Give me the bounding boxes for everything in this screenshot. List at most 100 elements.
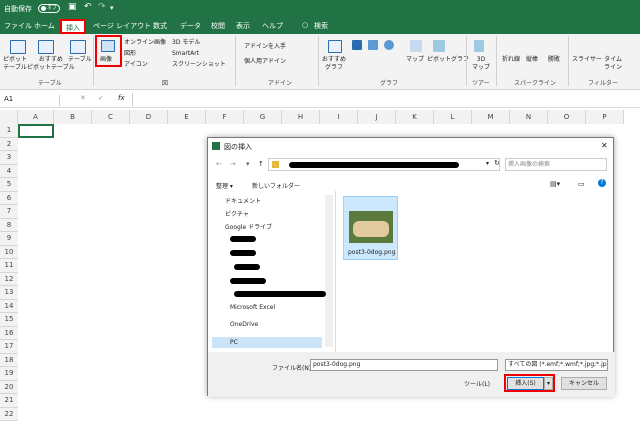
nav-documents[interactable]: ドキュメント (225, 196, 261, 205)
pivot-chart-button[interactable]: ピボットグラフ (427, 56, 469, 64)
column-header[interactable]: J (358, 110, 396, 124)
row-header[interactable]: 11 (0, 259, 18, 273)
name-box[interactable]: A1 (4, 95, 60, 106)
dropdown-icon[interactable]: ▾ (486, 160, 489, 167)
row-header[interactable]: 10 (0, 245, 18, 259)
column-header[interactable]: K (396, 110, 434, 124)
column-header[interactable]: A (18, 110, 54, 124)
row-header[interactable]: 21 (0, 394, 18, 408)
function-icon[interactable]: fx (118, 94, 125, 102)
autosave-toggle[interactable]: オフ (38, 4, 60, 13)
new-folder-button[interactable]: 新しいフォルダー (252, 181, 300, 190)
row-header[interactable]: 6 (0, 191, 18, 205)
tab-formulas[interactable]: 数式 (153, 21, 167, 31)
preview-pane-icon[interactable]: ▭ (578, 180, 585, 188)
undo-icon[interactable]: ↶ (84, 2, 92, 12)
forward-icon[interactable]: → (230, 160, 236, 168)
row-header[interactable]: 4 (0, 164, 18, 178)
shapes-button[interactable]: 図形 (124, 50, 136, 58)
nav-pc[interactable]: PC (230, 339, 238, 346)
row-header[interactable]: 20 (0, 380, 18, 394)
row-header[interactable]: 15 (0, 313, 18, 327)
nav-microsoft-excel[interactable]: Microsoft Excel (230, 304, 275, 311)
column-header[interactable]: B (54, 110, 92, 124)
help-icon[interactable]: ? (598, 179, 606, 187)
row-header[interactable]: 16 (0, 326, 18, 340)
formula-input[interactable] (132, 93, 640, 106)
row-header[interactable]: 14 (0, 299, 18, 313)
view-options-icon[interactable]: ▤▾ (550, 180, 560, 188)
tab-page-layout[interactable]: ページ レイアウト (93, 21, 151, 31)
row-header[interactable]: 9 (0, 232, 18, 246)
recent-icon[interactable]: ▾ (246, 160, 250, 168)
pie-chart-icon[interactable] (384, 40, 394, 50)
column-header[interactable]: P (586, 110, 624, 124)
online-image-button[interactable]: オンライン画像 (124, 39, 166, 47)
cancel-icon[interactable]: ✕ (80, 94, 86, 102)
column-header[interactable]: N (510, 110, 548, 124)
row-header[interactable]: 7 (0, 205, 18, 219)
refresh-icon[interactable]: ↻ (494, 159, 500, 167)
search-input[interactable]: 挿入画像の検索 (505, 158, 607, 171)
slicer-button[interactable]: スライサー (572, 56, 602, 64)
organize-button[interactable]: 整理 ▾ (216, 181, 233, 190)
nav-onedrive[interactable]: OneDrive (230, 321, 258, 328)
column-header[interactable]: M (472, 110, 510, 124)
tab-help[interactable]: ヘルプ (262, 21, 283, 31)
file-type-select[interactable]: すべての図 (*.emf;*.wmf;*.jpg;*.jp (505, 359, 608, 371)
column-header[interactable]: E (168, 110, 206, 124)
column-header[interactable]: H (282, 110, 320, 124)
qat-more-icon[interactable]: ▾ (110, 4, 114, 12)
tools-menu[interactable]: ツール(L) (464, 379, 490, 388)
back-icon[interactable]: ← (216, 160, 222, 168)
line-chart-icon[interactable] (368, 40, 378, 50)
icons-button[interactable]: アイコン (124, 61, 148, 69)
row-header[interactable]: 17 (0, 340, 18, 354)
tab-home[interactable]: ホーム (34, 21, 55, 31)
tab-insert[interactable]: 挿入 (60, 19, 86, 34)
column-header[interactable]: G (244, 110, 282, 124)
select-all-corner[interactable] (0, 110, 18, 124)
tab-view[interactable]: 表示 (236, 21, 250, 31)
up-icon[interactable]: ↑ (258, 160, 264, 168)
file-item-selected[interactable]: post3-0dog.png (343, 196, 398, 260)
insert-dropdown-icon[interactable]: ▾ (544, 377, 553, 390)
row-header[interactable]: 3 (0, 151, 18, 165)
row-header[interactable]: 19 (0, 367, 18, 381)
close-icon[interactable]: ✕ (601, 141, 608, 150)
address-bar[interactable] (268, 158, 500, 171)
column-header[interactable]: I (320, 110, 358, 124)
screenshot-button[interactable]: スクリーンショット (172, 61, 226, 69)
timeline-button[interactable]: タイム ライン (604, 56, 622, 72)
smartart-button[interactable]: SmartArt (172, 50, 199, 58)
maps-button[interactable]: マップ (406, 56, 424, 64)
row-header[interactable]: 12 (0, 272, 18, 286)
row-header[interactable]: 5 (0, 178, 18, 192)
pivot-table-button[interactable]: ピボット テーブル (3, 56, 27, 72)
nav-pictures[interactable]: ピクチャ (225, 209, 249, 218)
column-header[interactable]: O (548, 110, 586, 124)
filename-input[interactable]: post3-0dog.png (310, 359, 498, 371)
sparkline-line-button[interactable]: 折れ線 (502, 56, 520, 64)
search-icon[interactable]: ○ (302, 21, 308, 29)
sparkline-column-button[interactable]: 縦棒 (526, 56, 538, 64)
insert-button[interactable]: 挿入(S) (507, 377, 544, 390)
get-addins-button[interactable]: アドインを入手 (244, 43, 286, 51)
search-box[interactable]: 検索 (314, 21, 328, 31)
row-header[interactable]: 18 (0, 353, 18, 367)
row-header[interactable]: 22 (0, 407, 18, 421)
tab-file[interactable]: ファイル (4, 21, 32, 31)
row-header[interactable]: 1 (0, 124, 18, 138)
column-header[interactable]: F (206, 110, 244, 124)
column-header[interactable]: C (92, 110, 130, 124)
3d-model-button[interactable]: 3D モデル (172, 39, 200, 47)
row-header[interactable]: 2 (0, 137, 18, 151)
nav-scrollbar[interactable] (325, 195, 333, 347)
3d-map-button[interactable]: 3D マップ (472, 56, 490, 72)
save-icon[interactable]: ▣ (68, 2, 77, 12)
column-header[interactable]: L (434, 110, 472, 124)
sparkline-winloss-button[interactable]: 勝敗 (548, 56, 560, 64)
cancel-button[interactable]: キャンセル (561, 377, 607, 390)
table-button[interactable]: テーブル (68, 56, 92, 64)
navigation-pane[interactable]: ドキュメント ピクチャ Google ドライブ Microsoft Excel … (208, 191, 336, 352)
